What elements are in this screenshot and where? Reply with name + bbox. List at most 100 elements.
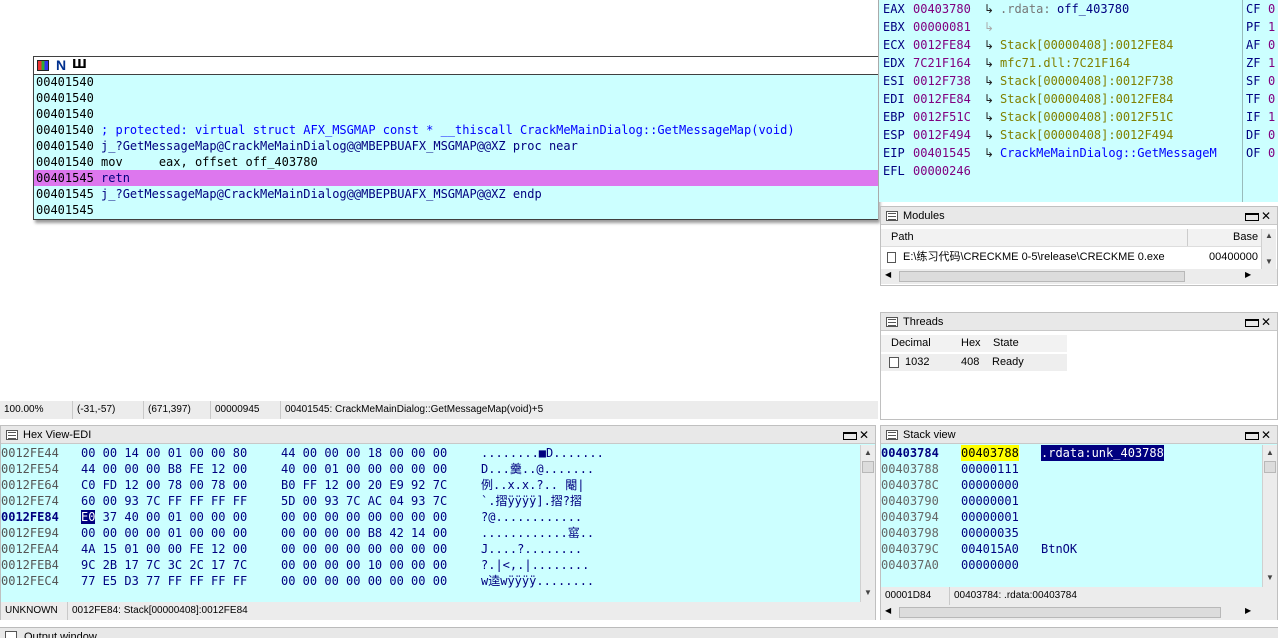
hex-bytes-2[interactable]: 40 00 01 00 00 00 00 00 <box>281 461 447 477</box>
hex-bytes-2[interactable]: B0 FF 12 00 20 E9 92 7C <box>281 477 447 493</box>
output-window-title-bar[interactable]: Output window <box>0 627 1278 638</box>
hex-bytes-1[interactable]: 9C 2B 17 7C 3C 2C 17 7C <box>81 557 247 573</box>
restore-icon[interactable] <box>1245 428 1259 442</box>
register-value[interactable]: 0012FE84 <box>913 90 971 108</box>
hex-row[interactable]: 0012FE44 00 00 14 00 01 00 00 80 44 00 00 … <box>1 445 859 461</box>
hex-bytes-1[interactable]: 60 00 93 7C FF FF FF FF <box>81 493 247 509</box>
disasm-line[interactable]: 00401540 <box>34 90 879 106</box>
hexview-vscroll[interactable]: ▲ ▼ <box>860 445 875 602</box>
graph-icon[interactable]: Ш <box>72 57 87 71</box>
hex-row[interactable]: 0012FEA4 4A 15 01 00 00 FE 12 00 00 00 00 … <box>1 541 859 557</box>
flag-value[interactable]: 0 <box>1268 144 1275 162</box>
hex-bytes-2[interactable]: 00 00 00 00 00 00 00 00 <box>281 541 447 557</box>
stack-vscroll[interactable]: ▲ ▼ <box>1262 445 1277 587</box>
register-row[interactable]: EBX 00000081 ↳ <box>879 18 1243 36</box>
register-value[interactable]: 0012F494 <box>913 126 971 144</box>
disasm-line[interactable]: 00401540 ; protected: virtual struct AFX… <box>34 122 879 138</box>
stack-row[interactable]: 0040378C 00000000 <box>881 477 1261 493</box>
hex-ascii[interactable]: ?.|<,.|........ <box>481 557 589 573</box>
hex-ascii[interactable]: w逵wÿÿÿÿ........ <box>481 573 594 589</box>
register-row[interactable]: EDX 7C21F164 ↳ mfc71.dll:7C21F164 <box>879 54 1243 72</box>
disasm-line[interactable]: 00401545 j_?GetMessageMap@CrackMeMainDia… <box>34 186 879 202</box>
hex-bytes-1[interactable]: 44 00 00 00 B8 FE 12 00 <box>81 461 247 477</box>
module-row[interactable]: E:\练习代码\CRECKME 0-5\release\CRECKME 0.ex… <box>881 249 1261 266</box>
hex-cursor-byte[interactable]: E0 <box>81 510 96 524</box>
register-row[interactable]: EBP 0012F51C ↳ Stack[00000408]:0012F51C <box>879 108 1243 126</box>
hex-bytes-2[interactable]: 00 00 00 00 10 00 00 00 <box>281 557 447 573</box>
jump-arrow-icon[interactable]: ↳ <box>984 0 994 18</box>
stack-value[interactable]: 00000111 <box>961 461 1019 477</box>
jump-arrow-icon[interactable]: ↳ <box>984 108 994 126</box>
hex-bytes-1[interactable]: C0 FD 12 00 78 00 78 00 <box>81 477 247 493</box>
hex-bytes-2[interactable]: 5D 00 93 7C AC 04 93 7C <box>281 493 447 509</box>
close-icon[interactable]: ✕ <box>1259 428 1273 442</box>
col-decimal[interactable]: Decimal <box>891 335 931 352</box>
flag-value[interactable]: 1 <box>1268 54 1275 72</box>
hex-bytes-1[interactable]: 4A 15 01 00 00 FE 12 00 <box>81 541 247 557</box>
stack-row[interactable]: 00403788 00000111 <box>881 461 1261 477</box>
stackview-title-bar[interactable]: Stack view ✕ <box>881 426 1277 444</box>
jump-arrow-icon[interactable]: ↳ <box>984 18 994 36</box>
register-value[interactable]: 00403780 <box>913 0 971 18</box>
disassembly-node[interactable]: N Ш 00401540 00401540 00401540 00401540 ; p… <box>33 56 879 220</box>
disasm-line[interactable]: 00401540 j_?GetMessageMap@CrackMeMainDia… <box>34 138 879 154</box>
grid-icon[interactable] <box>37 60 49 71</box>
close-icon[interactable]: ✕ <box>857 428 871 442</box>
stack-row[interactable]: 00403798 00000035 <box>881 525 1261 541</box>
col-hex[interactable]: Hex <box>961 335 981 352</box>
thread-row[interactable]: 1032 408 Ready <box>881 354 1067 371</box>
register-ref[interactable]: Stack[00000408]:0012F494 <box>1000 126 1173 144</box>
flag-value[interactable]: 0 <box>1268 0 1275 18</box>
modules-hscroll[interactable]: ◀ ▶ <box>881 269 1277 284</box>
stack-value[interactable]: 00000000 <box>961 477 1019 493</box>
register-ref[interactable]: Stack[00000408]:0012FE84 <box>1000 90 1173 108</box>
register-ref[interactable]: Stack[00000408]:0012FE84 <box>1000 36 1173 54</box>
hex-bytes-1[interactable]: 00 00 00 00 01 00 00 00 <box>81 525 247 541</box>
col-state[interactable]: State <box>993 335 1019 352</box>
register-row[interactable]: ESP 0012F494 ↳ Stack[00000408]:0012F494 <box>879 126 1243 144</box>
hex-ascii[interactable]: D...羹..@....... <box>481 461 594 477</box>
hex-ascii[interactable]: ............窰.. <box>481 525 594 541</box>
hex-ascii[interactable]: J....?........ <box>481 541 582 557</box>
flag-value[interactable]: 1 <box>1268 108 1275 126</box>
hex-row[interactable]: 0012FE54 44 00 00 00 B8 FE 12 00 40 00 01 … <box>1 461 859 477</box>
modules-vscroll[interactable]: ▲ ▼ <box>1261 229 1276 269</box>
stack-value[interactable]: 004015A0 <box>961 541 1019 557</box>
hex-bytes-1[interactable]: E0 37 40 00 01 00 00 00 <box>81 509 247 525</box>
stack-value[interactable]: 00000001 <box>961 493 1019 509</box>
stack-comment[interactable]: BtnOK <box>1041 541 1077 557</box>
register-row[interactable]: EFL 00000246 <box>879 162 1243 180</box>
stack-value[interactable]: 00000001 <box>961 509 1019 525</box>
hex-bytes-2[interactable]: 00 00 00 00 00 00 00 00 <box>281 509 447 525</box>
disasm-line[interactable]: 00401545 <box>34 202 879 218</box>
hex-bytes-2[interactable]: 00 00 00 00 00 00 00 00 <box>281 573 447 589</box>
flag-value[interactable]: 1 <box>1268 18 1275 36</box>
close-icon[interactable]: ✕ <box>1259 209 1273 223</box>
flag-row[interactable]: SF 0 <box>1243 72 1278 90</box>
register-value[interactable]: 00000081 <box>913 18 971 36</box>
disasm-line[interactable]: 00401540 <box>34 74 879 90</box>
register-row[interactable]: ECX 0012FE84 ↳ Stack[00000408]:0012FE84 <box>879 36 1243 54</box>
flag-row[interactable]: AF 0 <box>1243 36 1278 54</box>
register-ref[interactable]: mfc71.dll:7C21F164 <box>1000 54 1130 72</box>
restore-icon[interactable] <box>843 428 857 442</box>
restore-icon[interactable] <box>1245 315 1259 329</box>
n-icon[interactable]: N <box>56 57 66 73</box>
flag-value[interactable]: 0 <box>1268 90 1275 108</box>
register-value[interactable]: 0012FE84 <box>913 36 971 54</box>
flag-value[interactable]: 0 <box>1268 126 1275 144</box>
hex-row[interactable]: 0012FEC4 77 E5 D3 77 FF FF FF FF 00 00 00 … <box>1 573 859 589</box>
jump-arrow-icon[interactable]: ↳ <box>984 36 994 54</box>
jump-arrow-icon[interactable]: ↳ <box>984 72 994 90</box>
disasm-line[interactable]: 00401540 mov eax, offset off_403780 <box>34 154 879 170</box>
hex-row[interactable]: 0012FE64 C0 FD 12 00 78 00 78 00 B0 FF 12 … <box>1 477 859 493</box>
stack-value[interactable]: 00000000 <box>961 557 1019 573</box>
flag-value[interactable]: 0 <box>1268 72 1275 90</box>
modules-title-bar[interactable]: Modules ✕ <box>881 207 1277 225</box>
jump-arrow-icon[interactable]: ↳ <box>984 144 994 162</box>
flag-row[interactable]: ZF 1 <box>1243 54 1278 72</box>
hex-bytes-2[interactable]: 44 00 00 00 18 00 00 00 <box>281 445 447 461</box>
hex-ascii[interactable]: `.摺ÿÿÿÿ].摺?摺 <box>481 493 582 509</box>
register-row[interactable]: ESI 0012F738 ↳ Stack[00000408]:0012F738 <box>879 72 1243 90</box>
register-ref[interactable]: Stack[00000408]:0012F738 <box>1000 72 1173 90</box>
